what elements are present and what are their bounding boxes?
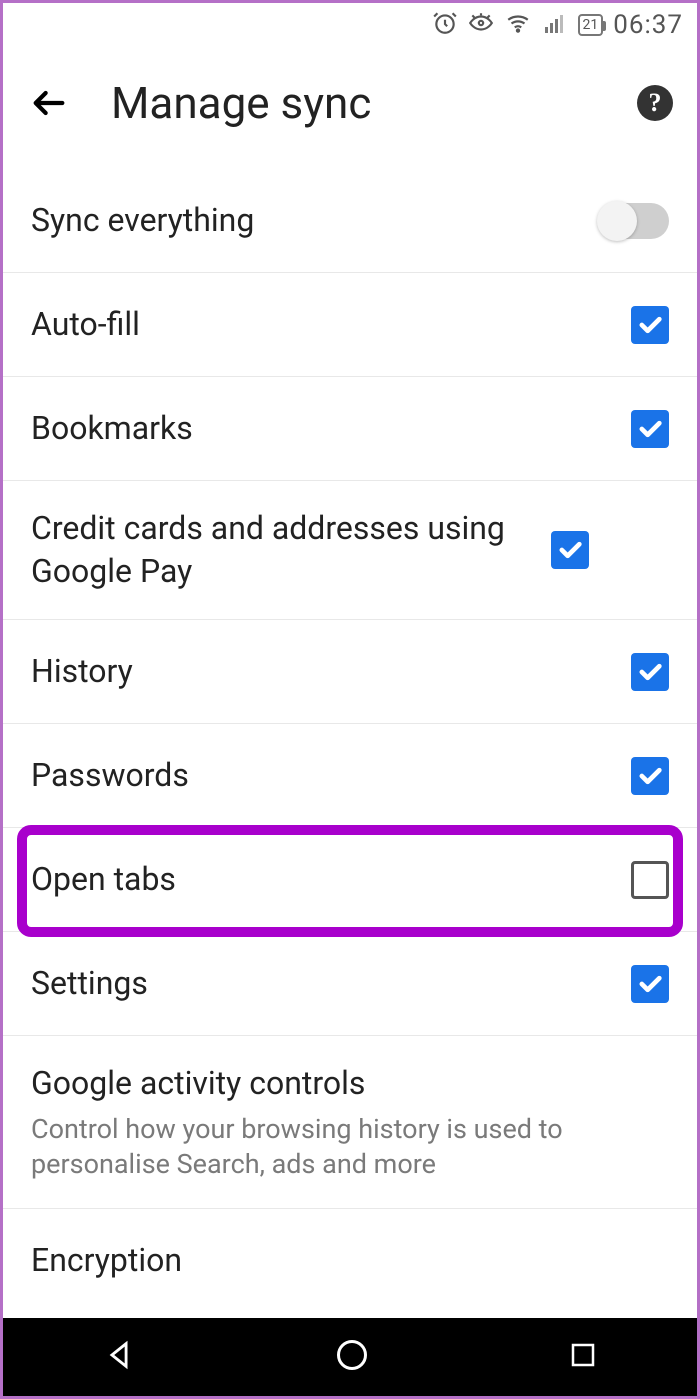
row-label: History: [31, 650, 631, 693]
row-label: Auto-fill: [31, 303, 631, 346]
row-open-tabs[interactable]: Open tabs: [3, 828, 697, 932]
toggle-knob: [597, 201, 637, 241]
android-nav-bar: [3, 1318, 697, 1396]
wifi-icon: [504, 10, 532, 40]
row-passwords[interactable]: Passwords: [3, 724, 697, 828]
header: Manage sync ?: [3, 47, 697, 169]
row-bookmarks[interactable]: Bookmarks: [3, 377, 697, 481]
checkbox-history[interactable]: [631, 653, 669, 691]
nav-recent-button[interactable]: [568, 1340, 598, 1374]
row-label: Google activity controls: [31, 1062, 669, 1105]
status-time: 06:37: [613, 10, 683, 40]
nav-back-button[interactable]: [102, 1338, 136, 1376]
status-bar: 21 06:37: [3, 3, 697, 47]
checkbox-autofill[interactable]: [631, 306, 669, 344]
row-settings[interactable]: Settings: [3, 932, 697, 1036]
nav-home-button[interactable]: [334, 1337, 370, 1377]
triangle-back-icon: [102, 1338, 136, 1372]
arrow-left-icon: [29, 83, 69, 123]
help-icon: ?: [649, 88, 662, 118]
battery-icon: 21: [578, 14, 604, 36]
check-icon: [556, 536, 584, 564]
row-sync-everything[interactable]: Sync everything: [3, 169, 697, 273]
circle-home-icon: [334, 1337, 370, 1373]
row-label: Bookmarks: [31, 407, 631, 450]
row-label: Encryption: [31, 1239, 669, 1282]
checkbox-passwords[interactable]: [631, 757, 669, 795]
checkbox-bookmarks[interactable]: [631, 410, 669, 448]
row-label: Passwords: [31, 754, 631, 797]
row-label: Open tabs: [31, 858, 631, 901]
alarm-icon: [432, 10, 458, 40]
row-google-activity-controls[interactable]: Google activity controls Control how you…: [3, 1036, 697, 1208]
square-recent-icon: [568, 1340, 598, 1370]
page-title: Manage sync: [111, 77, 597, 129]
check-icon: [636, 311, 664, 339]
help-button[interactable]: ?: [637, 85, 673, 121]
row-autofill[interactable]: Auto-fill: [3, 273, 697, 377]
check-icon: [636, 762, 664, 790]
row-credit-cards[interactable]: Credit cards and addresses using Google …: [3, 481, 697, 620]
check-icon: [636, 970, 664, 998]
eye-comfort-icon: [468, 10, 494, 40]
row-label: Credit cards and addresses using Google …: [31, 507, 551, 593]
signal-icon: [542, 11, 568, 39]
check-icon: [636, 415, 664, 443]
toggle-sync-everything[interactable]: [599, 203, 669, 239]
row-history[interactable]: History: [3, 620, 697, 724]
row-encryption[interactable]: Encryption: [3, 1209, 697, 1313]
row-sublabel: Control how your browsing history is use…: [31, 1112, 669, 1182]
back-button[interactable]: [27, 81, 71, 125]
checkbox-credit-cards[interactable]: [551, 531, 589, 569]
check-icon: [636, 658, 664, 686]
checkbox-settings[interactable]: [631, 965, 669, 1003]
row-label: Sync everything: [31, 199, 599, 242]
checkbox-open-tabs[interactable]: [631, 861, 669, 899]
row-label: Settings: [31, 962, 631, 1005]
